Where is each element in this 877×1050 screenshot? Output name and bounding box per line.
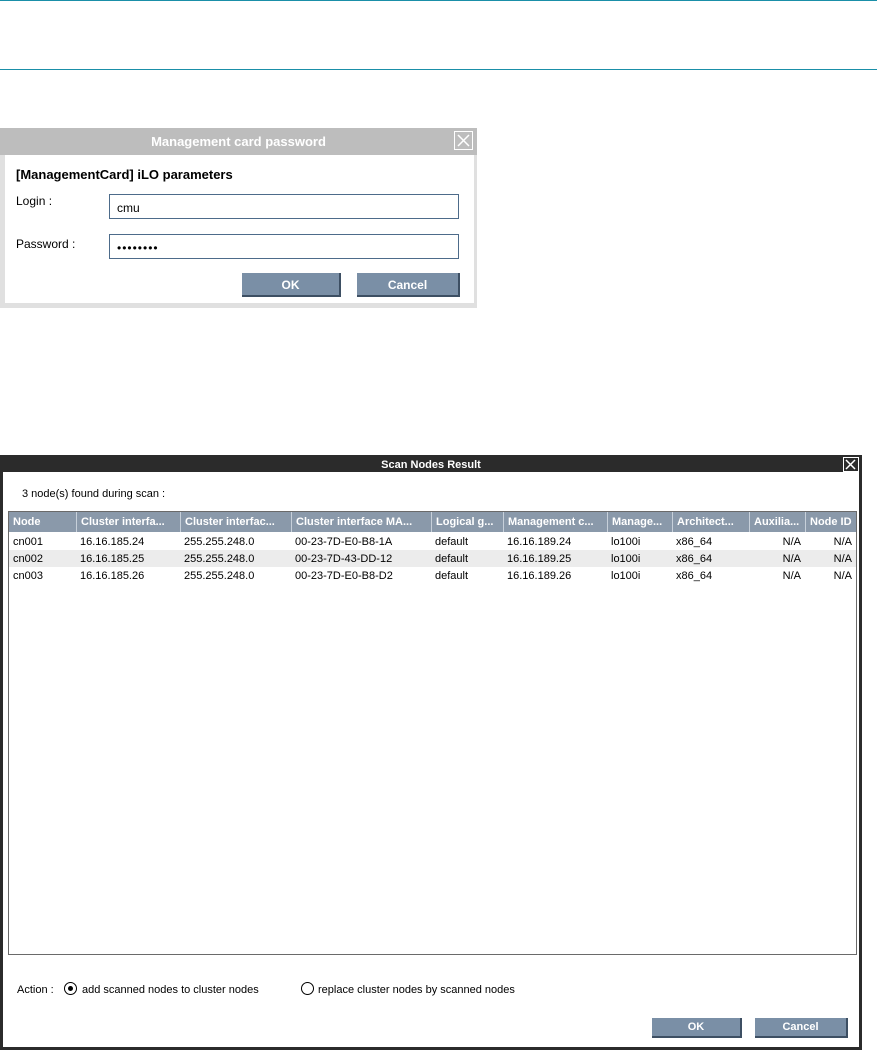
scan-nodes-result-dialog: Scan Nodes Result 3 node(s) found during… [0, 455, 862, 1050]
section-rule [0, 69, 877, 70]
password-input[interactable]: •••••••• [109, 234, 459, 259]
cancel-button[interactable]: Cancel [357, 273, 460, 297]
column-header-logical-group[interactable]: Logical g... [431, 512, 503, 532]
column-header-auxiliary[interactable]: Auxilia... [749, 512, 805, 532]
cell-logical-group: default [435, 553, 469, 565]
ok-button[interactable]: OK [242, 273, 341, 297]
cell-node: cn003 [13, 570, 43, 582]
dialog-title: Scan Nodes Result [381, 459, 481, 471]
cell-node: cn002 [13, 553, 43, 565]
login-label: Login : [16, 194, 53, 208]
table-row[interactable]: cn003 16.16.185.26 255.255.248.0 00-23-7… [9, 567, 856, 584]
nodes-table[interactable]: Node Cluster interfa... Cluster interfac… [8, 511, 857, 955]
table-header: Node Cluster interfa... Cluster interfac… [9, 512, 856, 532]
table-row[interactable]: cn002 16.16.185.25 255.255.248.0 00-23-7… [9, 550, 856, 567]
column-header-cluster-ip[interactable]: Cluster interfa... [76, 512, 180, 532]
column-header-node-id[interactable]: Node ID [805, 512, 856, 532]
login-input[interactable]: cmu [109, 194, 459, 219]
column-header-cluster-mac[interactable]: Cluster interface MA... [291, 512, 431, 532]
management-card-password-dialog: Management card password [ManagementCard… [0, 128, 477, 308]
cell-cluster-mac: 00-23-7D-43-DD-12 [295, 553, 393, 565]
cell-management-card: 16.16.189.26 [507, 570, 572, 582]
cell-cluster-ip: 16.16.185.25 [80, 553, 145, 565]
cell-node-id: N/A [833, 570, 852, 582]
cell-cluster-ip: 16.16.185.24 [80, 536, 145, 548]
ok-button[interactable]: OK [652, 1018, 742, 1038]
cell-node-id: N/A [833, 536, 852, 548]
dialog-body: [ManagementCard] iLO parameters Login : … [5, 155, 474, 303]
cell-auxiliary: N/A [782, 553, 801, 565]
scan-summary: 3 node(s) found during scan : [22, 488, 166, 500]
cell-architecture: x86_64 [676, 553, 713, 565]
dialog-heading: [ManagementCard] iLO parameters [16, 167, 233, 182]
cell-management-card: 16.16.189.24 [507, 536, 572, 548]
top-rule [0, 0, 877, 1]
radio-add-scanned-nodes[interactable] [64, 982, 77, 995]
radio-selected-dot [68, 986, 73, 991]
close-icon [845, 459, 856, 470]
cell-cluster-netmask: 255.255.248.0 [184, 553, 255, 565]
close-button[interactable] [454, 131, 473, 150]
close-icon [457, 134, 470, 147]
dialog-titlebar[interactable]: Management card password [0, 128, 477, 155]
cell-cluster-mac: 00-23-7D-E0-B8-1A [295, 536, 393, 548]
dialog-body: 3 node(s) found during scan : Node Clust… [3, 472, 859, 1047]
table-row[interactable]: cn001 16.16.185.24 255.255.248.0 00-23-7… [9, 533, 856, 550]
radio-replace-cluster-nodes[interactable] [301, 982, 314, 995]
cell-cluster-netmask: 255.255.248.0 [184, 536, 255, 548]
radio-add-label[interactable]: add scanned nodes to cluster nodes [82, 984, 259, 996]
column-header-cluster-netmask[interactable]: Cluster interfac... [180, 512, 291, 532]
cell-logical-group: default [435, 536, 469, 548]
cell-cluster-mac: 00-23-7D-E0-B8-D2 [295, 570, 393, 582]
password-label: Password : [16, 237, 76, 251]
column-header-management-type[interactable]: Manage... [607, 512, 672, 532]
column-header-management-card[interactable]: Management c... [503, 512, 607, 532]
cell-auxiliary: N/A [782, 570, 801, 582]
cell-node-id: N/A [833, 553, 852, 565]
cell-cluster-ip: 16.16.185.26 [80, 570, 145, 582]
cell-management-card: 16.16.189.25 [507, 553, 572, 565]
dialog-title: Management card password [151, 134, 326, 149]
close-button[interactable] [843, 457, 859, 472]
cell-node: cn001 [13, 536, 43, 548]
radio-replace-label[interactable]: replace cluster nodes by scanned nodes [318, 984, 515, 996]
column-header-architecture[interactable]: Architect... [672, 512, 749, 532]
cell-logical-group: default [435, 570, 469, 582]
cell-cluster-netmask: 255.255.248.0 [184, 570, 255, 582]
cell-architecture: x86_64 [676, 536, 713, 548]
cancel-button[interactable]: Cancel [755, 1018, 848, 1038]
column-header-node[interactable]: Node [9, 512, 76, 532]
cell-management-type: lo100i [611, 536, 641, 548]
cell-management-type: lo100i [611, 570, 641, 582]
cell-management-type: lo100i [611, 553, 641, 565]
action-label: Action : [17, 984, 54, 996]
cell-auxiliary: N/A [782, 536, 801, 548]
cell-architecture: x86_64 [676, 570, 713, 582]
